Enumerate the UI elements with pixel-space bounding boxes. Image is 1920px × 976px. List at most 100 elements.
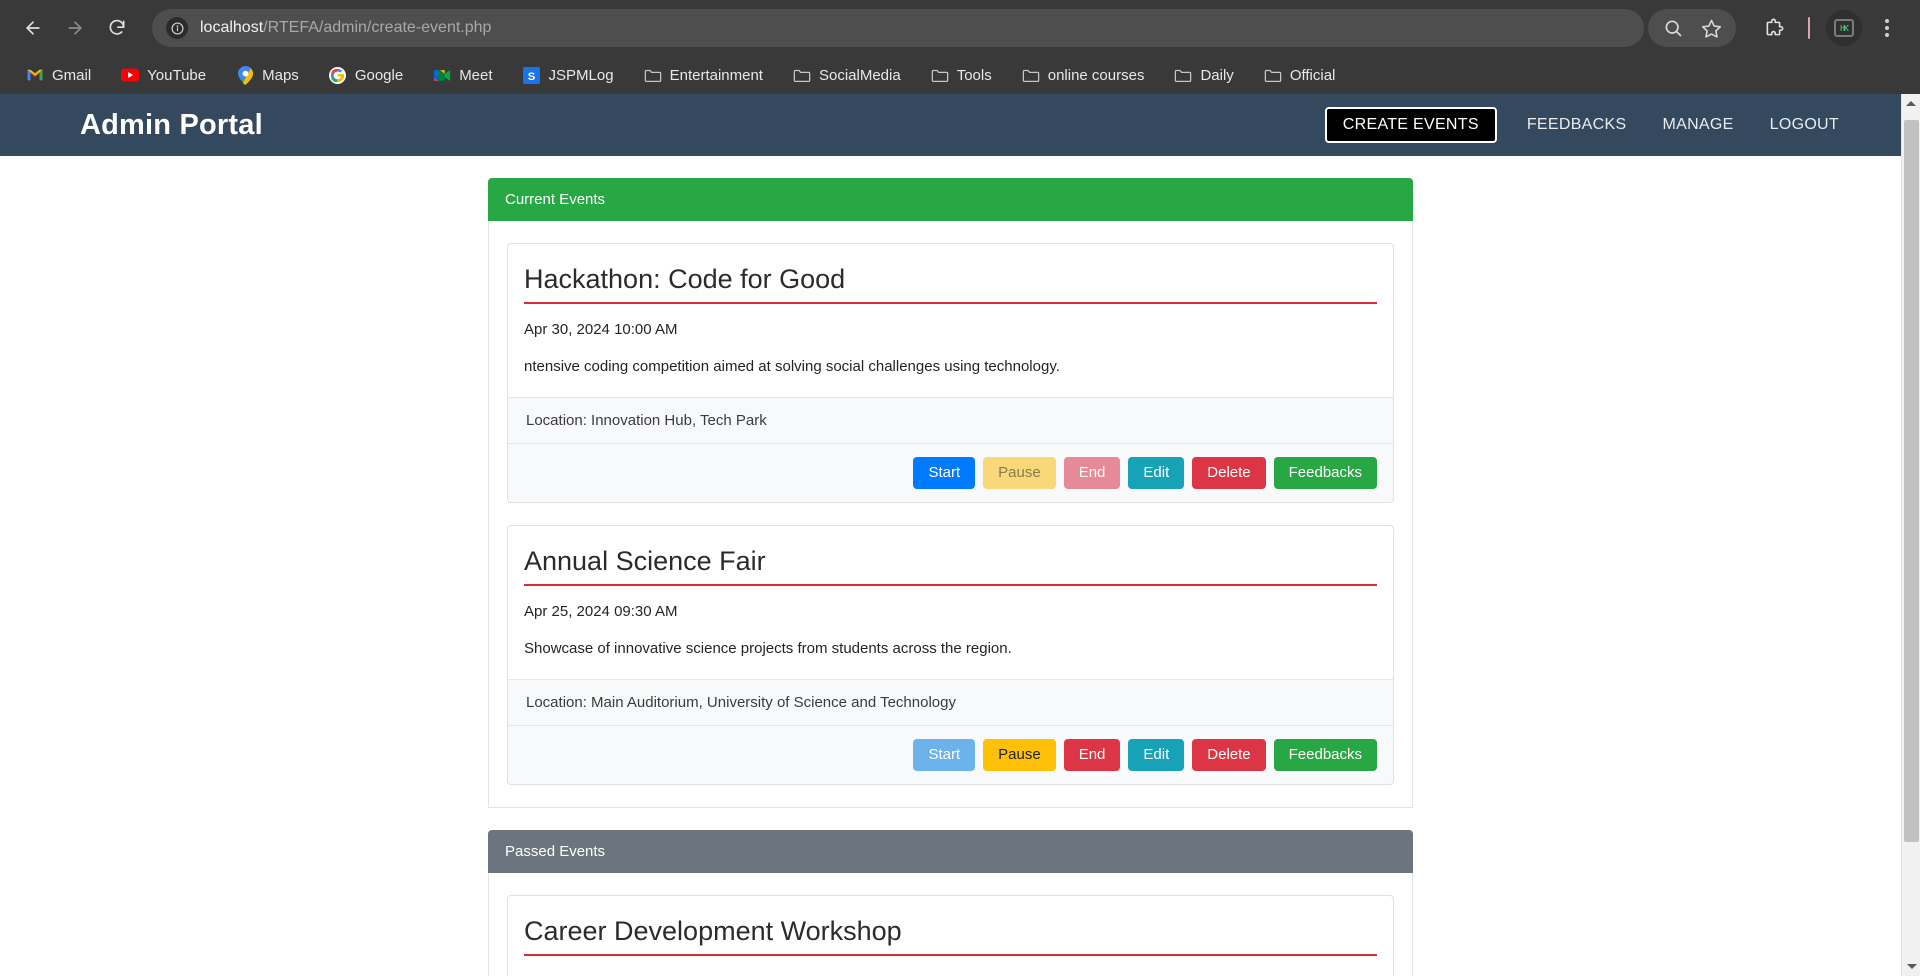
svg-text:S: S [528,70,536,82]
bookmark-jspmlog[interactable]: S JSPMLog [513,61,624,89]
event-description: ntensive coding competition aimed at sol… [524,358,1060,376]
bookmark-meet[interactable]: Meet [423,61,502,89]
forward-arrow-icon [68,21,82,35]
start-button[interactable]: Start [913,457,976,490]
site-info-icon[interactable] [166,17,188,39]
bookmark-button[interactable] [1692,9,1730,47]
pause-button[interactable]: Pause [983,457,1056,490]
delete-button[interactable]: Delete [1192,739,1266,772]
youtube-icon [121,66,140,84]
scrollbar-thumb[interactable] [1904,120,1919,842]
star-icon [1701,19,1721,38]
back-button[interactable] [14,9,52,47]
nav-link-logout[interactable]: LOGOUT [1752,107,1857,143]
scroll-down-button[interactable] [1902,957,1920,976]
extensions-button[interactable] [1754,9,1792,47]
nav-link-feedbacks[interactable]: FEEDBACKS [1509,107,1645,143]
event-actions: Start Pause End Edit Delete Feedbacks [508,444,1393,503]
event-description: Showcase of innovative science projects … [524,640,1012,658]
bookmark-folder-entertainment[interactable]: Entertainment [634,61,773,89]
page-viewport: Admin Portal CREATE EVENTS FEEDBACKS MAN… [0,94,1920,976]
event-datetime: Apr 30, 2024 10:00 AM [524,321,678,339]
bookmark-google[interactable]: Google [319,61,413,89]
bookmark-folder-official[interactable]: Official [1254,61,1346,89]
edit-button[interactable]: Edit [1128,739,1185,772]
event-card-body: Hackathon: Code for Good Apr 30, 2024 10… [508,244,1393,397]
search-icon [1665,20,1682,37]
bookmark-label: Daily [1200,66,1234,84]
three-dot-menu-icon [1885,19,1889,23]
folder-icon [1174,66,1192,84]
bookmark-folder-socialmedia[interactable]: SocialMedia [783,61,911,89]
url-host: localhost [200,19,264,36]
bookmark-youtube[interactable]: YouTube [111,61,216,89]
bookmark-label: Entertainment [669,66,763,84]
maps-pin-icon [236,65,254,85]
browser-chrome: localhost/RTEFA/admin/create-event.php H… [0,0,1920,94]
section-body-passed-events: Career Development Workshop Apr 24, 2024… [488,873,1413,976]
navbar-links: CREATE EVENTS FEEDBACKS MANAGE LOGOUT [1324,107,1857,143]
meet-icon [433,66,451,84]
bookmark-label: SocialMedia [818,66,901,84]
bookmark-label: JSPMLog [548,66,614,84]
folder-icon [1022,66,1040,84]
address-bar[interactable]: localhost/RTEFA/admin/create-event.php [152,9,1644,47]
page-scrollbar[interactable] [1901,94,1920,976]
page-content: Admin Portal CREATE EVENTS FEEDBACKS MAN… [0,94,1901,976]
end-button[interactable]: End [1063,739,1121,772]
gmail-icon [26,66,44,84]
scroll-up-arrow-icon [1906,101,1916,106]
bookmark-label: Official [1289,66,1336,84]
bookmark-maps[interactable]: Maps [226,61,309,89]
nav-link-create-events[interactable]: CREATE EVENTS [1324,107,1497,143]
bookmark-folder-tools[interactable]: Tools [921,61,1002,89]
url-text: localhost/RTEFA/admin/create-event.php [200,19,491,37]
extensions-puzzle-icon [1766,18,1783,35]
folder-icon [931,66,949,84]
bookmark-label: Google [354,66,404,84]
bookmark-gmail[interactable]: Gmail [16,61,101,89]
event-location: Location: Main Auditorium, University of… [508,679,1393,727]
browser-toolbar: localhost/RTEFA/admin/create-event.php H… [0,0,1920,56]
section-heading-current-events: Current Events [488,178,1413,221]
bookmark-folder-daily[interactable]: Daily [1164,61,1243,89]
edit-button[interactable]: Edit [1128,457,1185,490]
section-body-current-events: Hackathon: Code for Good Apr 30, 2024 10… [488,221,1413,809]
event-card-body: Career Development Workshop Apr 24, 2024… [508,896,1393,976]
folder-icon [793,66,811,84]
nav-link-manage[interactable]: MANAGE [1644,107,1751,143]
feedbacks-button[interactable]: Feedbacks [1273,457,1377,490]
page-title: Admin Portal [80,108,263,141]
section-heading-passed-events: Passed Events [488,830,1413,874]
bookmark-folder-online-courses[interactable]: online courses [1012,61,1155,89]
site-navbar: Admin Portal CREATE EVENTS FEEDBACKS MAN… [0,94,1901,156]
event-title: Annual Science Fair [524,546,1377,587]
scroll-up-button[interactable] [1902,94,1920,113]
jspmlog-icon: S [523,66,541,84]
event-card-body: Annual Science Fair Apr 25, 2024 09:30 A… [508,526,1393,679]
event-location: Location: Innovation Hub, Tech Park [508,397,1393,445]
section-passed-events: Passed Events Career Development Worksho… [488,830,1413,976]
event-title: Career Development Workshop [524,916,1377,957]
feedbacks-button[interactable]: Feedbacks [1273,739,1377,772]
delete-button[interactable]: Delete [1192,457,1266,490]
event-datetime: Apr 25, 2024 09:30 AM [524,603,678,621]
scroll-down-arrow-icon [1906,964,1917,969]
folder-icon [644,66,662,84]
start-button[interactable]: Start [913,739,976,772]
profile-avatar-icon: HK [1834,19,1854,37]
bookmark-label: Gmail [52,66,92,84]
url-path: /RTEFA/admin/create-event.php [263,19,492,36]
end-button[interactable]: End [1063,457,1121,490]
search-button[interactable] [1654,9,1692,47]
forward-button[interactable] [56,9,94,47]
pause-button[interactable]: Pause [983,739,1056,772]
reload-icon [109,19,125,35]
browser-menu-button[interactable] [1868,9,1906,47]
reload-button[interactable] [98,9,136,47]
event-card: Career Development Workshop Apr 24, 2024… [507,895,1394,976]
event-card: Annual Science Fair Apr 25, 2024 09:30 A… [507,525,1394,786]
bookmarks-bar: Gmail YouTube Maps Google Meet S JSPMLog… [0,56,1920,94]
events-container: Current Events Hackathon: Code for Good … [488,156,1413,976]
profile-avatar[interactable]: HK [1826,10,1862,46]
